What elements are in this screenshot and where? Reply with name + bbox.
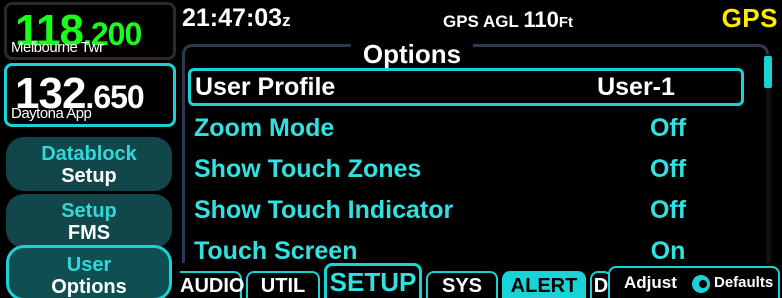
tab-util[interactable]: UTIL bbox=[246, 271, 320, 298]
tab-audio[interactable]: AUDIO bbox=[180, 271, 244, 298]
option-row-show-touch-zones[interactable]: Show Touch Zones Off bbox=[188, 151, 744, 189]
option-label: Zoom Mode bbox=[194, 114, 335, 142]
panel-title: Options bbox=[350, 40, 474, 69]
knob-icon bbox=[692, 275, 710, 293]
active-frequency-station: Melbourne Twr bbox=[11, 39, 104, 56]
option-value: Off bbox=[649, 114, 687, 142]
adjust-defaults-hint[interactable]: Adjust Defaults bbox=[608, 266, 780, 298]
option-row-show-touch-indicator[interactable]: Show Touch Indicator Off bbox=[188, 192, 744, 230]
page-tabs: AUDIO UTIL SETUP SYS ALERT D Adjust Defa… bbox=[180, 263, 782, 298]
standby-frequency-station: Daytona App bbox=[11, 105, 92, 122]
option-label: Show Touch Zones bbox=[194, 155, 422, 183]
option-value: On bbox=[650, 237, 686, 265]
tab-alert[interactable]: ALERT bbox=[502, 271, 586, 298]
button-label-line2: Setup bbox=[61, 165, 117, 187]
button-label-line1: User bbox=[66, 254, 112, 276]
status-bar: 21:47:03z GPS AGL 110Ft GPS bbox=[180, 0, 782, 34]
option-label: Touch Screen bbox=[194, 237, 358, 265]
adjust-label: Adjust bbox=[624, 273, 677, 292]
button-label-line1: Setup bbox=[61, 200, 117, 222]
option-row-zoom-mode[interactable]: Zoom Mode Off bbox=[188, 110, 744, 148]
defaults-label: Defaults bbox=[714, 274, 774, 291]
nav-source-indicator: GPS bbox=[721, 3, 778, 33]
tab-sys[interactable]: SYS bbox=[426, 271, 498, 298]
button-label-line2: FMS bbox=[67, 222, 111, 244]
button-label-line1: Datablock bbox=[41, 143, 137, 165]
clock: 21:47:03z bbox=[182, 4, 291, 32]
option-value: User-1 bbox=[597, 73, 675, 101]
option-value: Off bbox=[649, 155, 687, 183]
option-label: Show Touch Indicator bbox=[194, 196, 454, 224]
user-options-button[interactable]: User Options bbox=[6, 245, 172, 298]
com-active-frequency[interactable]: 118.200 Melbourne Twr bbox=[4, 2, 176, 60]
gps-agl-readout: GPS AGL 110Ft bbox=[443, 7, 573, 32]
button-label-line2: Options bbox=[51, 276, 127, 298]
setup-fms-button[interactable]: Setup FMS bbox=[6, 194, 172, 248]
option-value: Off bbox=[649, 196, 687, 224]
com-standby-frequency[interactable]: 132.650 Daytona App bbox=[4, 63, 176, 127]
option-row-user-profile[interactable]: User Profile User-1 bbox=[188, 68, 744, 106]
datablock-setup-button[interactable]: Datablock Setup bbox=[6, 137, 172, 191]
tab-setup[interactable]: SETUP bbox=[324, 263, 422, 298]
scrollbar-thumb[interactable] bbox=[764, 56, 772, 88]
option-label: User Profile bbox=[195, 73, 336, 101]
